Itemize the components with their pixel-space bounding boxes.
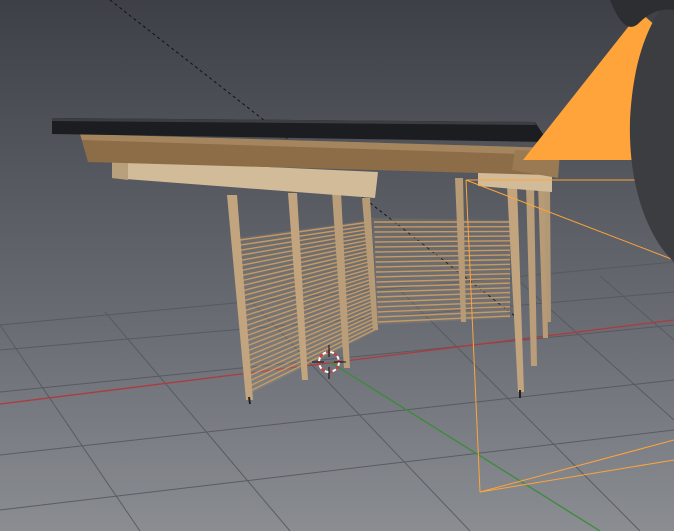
- viewport-canvas[interactable]: [0, 0, 674, 531]
- 3d-viewport[interactable]: [0, 0, 674, 531]
- slat-screen-back: [372, 218, 511, 325]
